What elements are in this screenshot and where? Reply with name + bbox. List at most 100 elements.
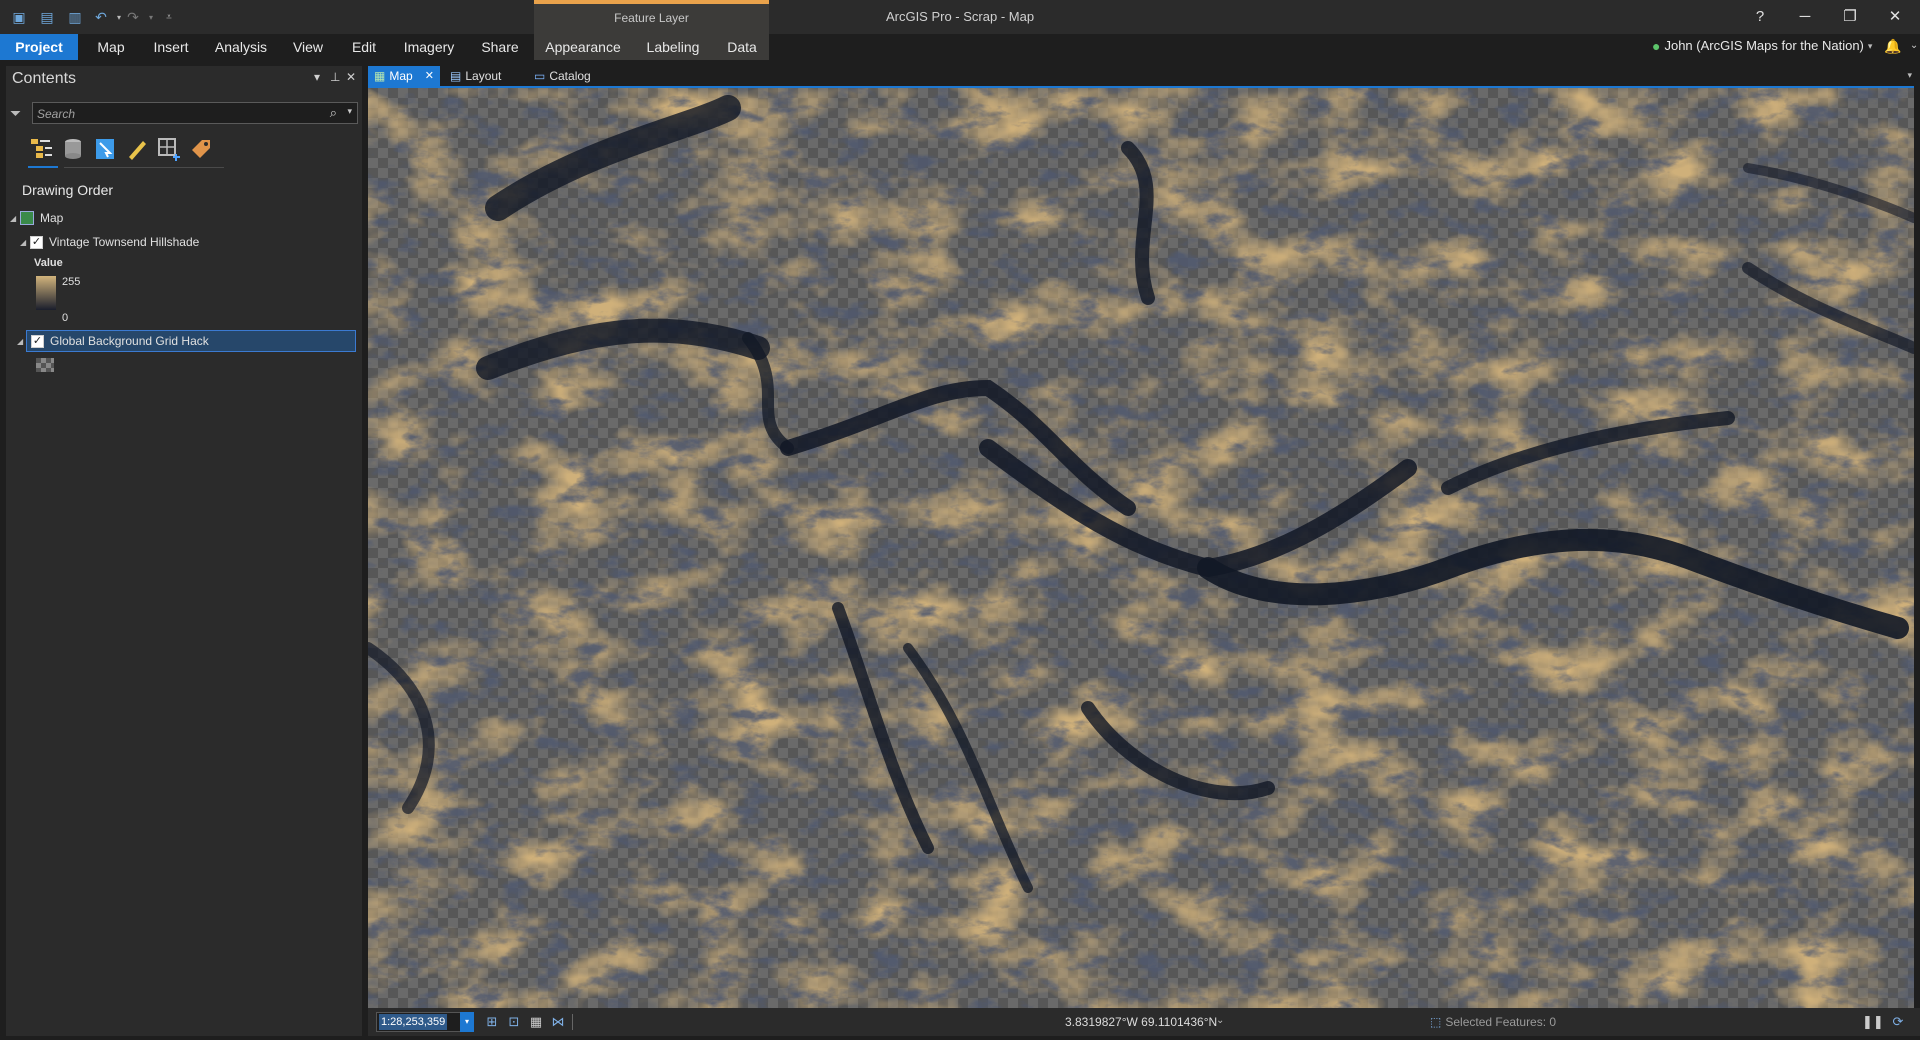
tab-label: Map <box>389 69 413 83</box>
ribbon-tabs: Project Map Insert Analysis View Edit Im… <box>0 34 1920 62</box>
layout-icon: ▤ <box>450 69 462 83</box>
account-menu[interactable]: ● John (ArcGIS Maps for the Nation) ▾ 🔔 … <box>1652 34 1918 58</box>
tab-map-view[interactable]: ▦ Map ✕ <box>368 66 440 86</box>
account-caret-icon: ▾ <box>1867 41 1873 51</box>
map-icon <box>20 211 34 225</box>
pin-icon[interactable]: ⊥ <box>330 70 340 84</box>
tab-data[interactable]: Data <box>718 34 766 60</box>
tree-item-map[interactable]: ◢ Map <box>10 207 63 229</box>
map-icon: ▦ <box>374 69 386 83</box>
pane-close-icon[interactable]: ✕ <box>346 70 356 84</box>
legend-color-ramp <box>36 276 56 310</box>
help-button[interactable]: ? <box>1740 4 1780 28</box>
contents-title: Contents <box>12 70 77 87</box>
contents-pane: Contents ▾ ⊥ ✕ ⏷ ⌕ ▾ Drawing Order <box>6 66 362 1036</box>
tab-insert[interactable]: Insert <box>146 34 196 60</box>
collapse-arrow-icon[interactable]: ◢ <box>17 337 27 346</box>
tab-edit[interactable]: Edit <box>344 34 384 60</box>
list-by-snapping-icon[interactable] <box>156 136 182 162</box>
collapse-arrow-icon[interactable]: ◢ <box>20 238 30 247</box>
map-view[interactable] <box>368 88 1914 1008</box>
contents-view-tools <box>24 136 224 168</box>
layer-visibility-checkbox[interactable]: ✓ <box>30 235 43 249</box>
window-title: ArcGIS Pro - Scrap - Map <box>885 9 1035 24</box>
search-input[interactable] <box>37 105 317 123</box>
context-group-label: Feature Layer <box>614 11 689 25</box>
scale-input[interactable] <box>379 1014 447 1030</box>
grid-icon[interactable]: ▦ <box>528 1014 544 1030</box>
undo-icon[interactable]: ↶ <box>92 8 110 26</box>
layer-visibility-checkbox[interactable]: ✓ <box>31 334 44 348</box>
status-bar: ▾ ⊞ ⊡ ▦ ⋈ 3.8319827°W 69.1101436°N ⌄ ⬚ S… <box>368 1008 1920 1036</box>
pointer-coordinates: 3.8319827°W 69.1101436°N <box>1065 1015 1218 1029</box>
active-view-indicator <box>28 166 58 168</box>
tab-layout-view[interactable]: ▤ Layout <box>444 66 514 86</box>
tab-view[interactable]: View <box>286 34 330 60</box>
fixed-extent-icon[interactable]: ⊡ <box>506 1014 522 1030</box>
snapping-icon[interactable]: ⋈ <box>550 1014 566 1030</box>
tab-label: Catalog <box>549 69 591 83</box>
restore-button[interactable]: ❐ <box>1830 4 1870 28</box>
scale-dropdown-icon[interactable]: ▾ <box>460 1012 474 1032</box>
divider <box>64 167 224 168</box>
list-by-labeling-icon[interactable] <box>188 136 214 162</box>
selected-features-indicator[interactable]: ⬚ Selected Features: 0 <box>1430 1015 1556 1029</box>
pane-options-icon[interactable]: ▾ <box>314 70 320 84</box>
legend-title: Value <box>34 257 63 269</box>
open-folder-icon[interactable]: ▤ <box>38 8 56 26</box>
minimize-button[interactable]: ─ <box>1785 4 1825 28</box>
tabs-overflow-icon[interactable]: ▾ <box>1907 70 1912 81</box>
pause-drawing-icon[interactable]: ❚❚ <box>1862 1014 1884 1030</box>
close-tab-icon[interactable]: ✕ <box>425 66 434 86</box>
redo-icon[interactable]: ↷ <box>124 8 142 26</box>
notification-bell-icon[interactable]: 🔔 <box>1884 34 1901 58</box>
refresh-icon[interactable]: ⟳ <box>1890 1014 1906 1030</box>
tab-appearance[interactable]: Appearance <box>540 34 626 60</box>
filter-icon[interactable]: ⏷ <box>10 105 26 121</box>
tab-share[interactable]: Share <box>474 34 526 60</box>
coordinate-format-dropdown-icon[interactable]: ⌄ <box>1216 1015 1224 1026</box>
hillshade-raster <box>368 88 1914 1008</box>
contents-search: ⌕ ▾ <box>32 102 358 124</box>
map-item-label: Map <box>40 211 64 225</box>
tab-catalog-view[interactable]: ▭ Catalog <box>528 66 608 86</box>
contents-header: Contents ▾ ⊥ ✕ <box>6 66 362 92</box>
scale-control <box>376 1012 466 1032</box>
grid-swatch <box>36 358 54 372</box>
view-tabs: ▦ Map ✕ ▤ Layout ▭ Catalog ▾ <box>368 66 1920 86</box>
list-by-editing-icon[interactable] <box>124 136 150 162</box>
collapse-arrow-icon[interactable]: ◢ <box>10 214 20 223</box>
fixed-scale-icon[interactable]: ⊞ <box>484 1014 500 1030</box>
redo-dropdown-icon[interactable]: ▾ <box>142 8 160 26</box>
tab-project[interactable]: Project <box>0 34 78 60</box>
selection-icon: ⬚ <box>1430 1015 1442 1029</box>
tab-labeling[interactable]: Labeling <box>638 34 708 60</box>
layer-name: Global Background Grid Hack <box>50 334 209 348</box>
selected-features-label: Selected Features: 0 <box>1445 1015 1557 1029</box>
user-icon: ● <box>1652 38 1661 54</box>
ribbon-collapse-icon[interactable]: ⌄ <box>1910 34 1918 58</box>
list-by-source-icon[interactable] <box>60 136 86 162</box>
divider <box>572 1014 573 1030</box>
tab-map[interactable]: Map <box>88 34 134 60</box>
layer-name: Vintage Townsend Hillshade <box>49 235 200 249</box>
list-by-selection-icon[interactable] <box>92 136 118 162</box>
tab-imagery[interactable]: Imagery <box>398 34 460 60</box>
tab-label: Layout <box>465 69 502 83</box>
layer-row-hillshade[interactable]: ◢ ✓ Vintage Townsend Hillshade <box>20 231 199 253</box>
project-icon[interactable]: ▣ <box>10 8 28 26</box>
save-icon[interactable]: ▥ <box>66 8 84 26</box>
customize-toolbar-icon[interactable]: ⩡ <box>160 8 178 26</box>
close-button[interactable]: ✕ <box>1875 4 1915 28</box>
layer-row-grid[interactable]: ◢ ✓ Global Background Grid Hack <box>17 330 356 352</box>
drawing-order-heading: Drawing Order <box>22 182 114 198</box>
account-name: John (ArcGIS Maps for the Nation) <box>1664 38 1864 53</box>
search-icon[interactable]: ⌕ <box>330 105 337 121</box>
catalog-icon: ▭ <box>534 69 546 83</box>
legend-low-value: 0 <box>62 312 69 324</box>
list-by-drawing-order-icon[interactable] <box>28 136 54 162</box>
search-options-icon[interactable]: ▾ <box>347 106 352 117</box>
legend-high-value: 255 <box>62 276 81 288</box>
tab-analysis[interactable]: Analysis <box>210 34 272 60</box>
title-bar: ▣ ▤ ▥ ↶ ▾ ↷ ▾ ⩡ ArcGIS Pro - Scrap - Map… <box>0 0 1920 34</box>
